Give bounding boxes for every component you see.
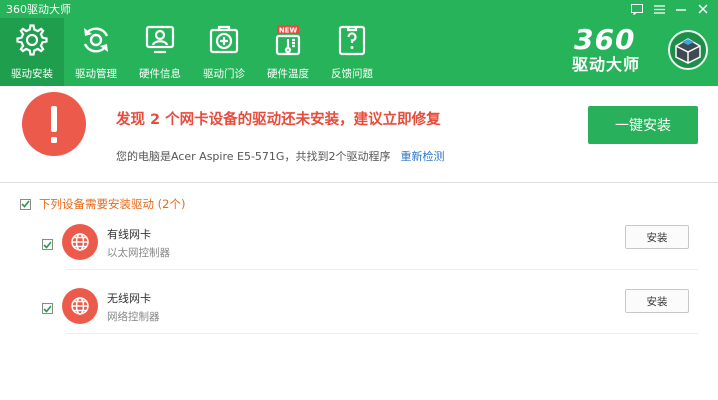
toolbox-logo-icon — [668, 30, 708, 70]
row-divider — [66, 269, 698, 270]
tab-label: 驱动门诊 — [203, 68, 245, 80]
feedback-small-icon[interactable] — [626, 0, 648, 18]
driver-row: 无线网卡 网络控制器 安装 — [40, 282, 700, 336]
one-click-install-button[interactable]: 一键安装 — [588, 106, 698, 144]
window-controls — [626, 0, 714, 18]
brand-logo: 360 驱动大师 — [568, 26, 708, 78]
menu-icon[interactable] — [648, 0, 670, 18]
tab-label: 硬件信息 — [139, 68, 181, 80]
minimize-icon[interactable] — [670, 0, 692, 18]
driver-checkbox[interactable] — [42, 303, 53, 314]
tab-label: 硬件温度 — [267, 68, 309, 80]
driver-name: 无线网卡 — [107, 292, 151, 305]
tab-hardware-info[interactable]: 硬件信息 — [128, 18, 192, 86]
select-all-checkbox[interactable] — [20, 198, 31, 210]
tab-label: 驱动安装 — [11, 68, 53, 80]
brand-name: 驱动大师 — [572, 55, 641, 74]
tab-label: 反馈问题 — [331, 68, 373, 80]
tab-driver-clinic[interactable]: 驱动门诊 — [192, 18, 256, 86]
network-globe-icon — [62, 224, 98, 260]
tab-label: 驱动管理 — [75, 68, 117, 80]
driver-description: 以太网控制器 — [107, 247, 170, 259]
main-tabs: 驱动安装 驱动管理 硬件信息 驱动门诊 NEW 硬件温度 反馈问题 — [0, 18, 384, 86]
driver-row: 有线网卡 以太网控制器 安装 — [40, 218, 700, 272]
alert-subtext: 您的电脑是Acer Aspire E5-571G，共找到2个驱动程序 重新检测 — [116, 148, 444, 164]
alert-panel: 发现 2 个网卡设备的驱动还未安装，建议立即修复 您的电脑是Acer Aspir… — [0, 86, 718, 183]
tab-driver-install[interactable]: 驱动安装 — [0, 18, 64, 86]
first-aid-icon — [209, 25, 239, 54]
tab-feedback[interactable]: 反馈问题 — [320, 18, 384, 86]
gear-icon — [16, 24, 48, 56]
alert-headline: 发现 2 个网卡设备的驱动还未安装，建议立即修复 — [116, 112, 441, 128]
app-title: 360驱动大师 — [6, 3, 71, 16]
close-icon[interactable] — [692, 0, 714, 18]
install-button[interactable]: 安装 — [625, 289, 689, 313]
network-globe-icon — [62, 288, 98, 324]
install-button[interactable]: 安装 — [625, 225, 689, 249]
section-title: 下列设备需要安装驱动 (2个) — [39, 197, 186, 211]
refresh-icon — [83, 27, 109, 53]
warning-icon — [22, 92, 86, 156]
brand-number: 360 — [574, 23, 636, 56]
driver-name: 有线网卡 — [107, 228, 151, 241]
tab-driver-manage[interactable]: 驱动管理 — [64, 18, 128, 86]
driver-checkbox[interactable] — [42, 239, 53, 250]
svg-text:NEW: NEW — [279, 27, 298, 35]
driver-description: 网络控制器 — [107, 311, 160, 323]
feedback-icon — [338, 25, 366, 56]
section-header: 下列设备需要安装驱动 (2个) — [20, 196, 185, 212]
rescan-link[interactable]: 重新检测 — [400, 150, 444, 163]
title-bar: 360驱动大师 驱动安装 驱动管理 硬件信息 驱动门诊 NEW 硬件温度 反馈问… — [0, 0, 718, 86]
computer-info-text: 您的电脑是Acer Aspire E5-571G，共找到2个驱动程序 — [116, 150, 391, 163]
monitor-icon — [145, 25, 175, 54]
row-divider — [66, 333, 698, 334]
tab-hardware-temp[interactable]: NEW 硬件温度 — [256, 18, 320, 86]
thermometer-icon: NEW — [275, 25, 301, 56]
